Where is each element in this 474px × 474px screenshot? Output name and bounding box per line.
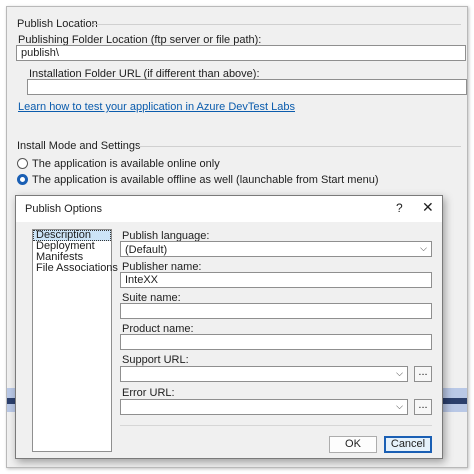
support-url-browse-button[interactable]: ...	[414, 366, 432, 382]
dialog-title: Publish Options	[25, 203, 103, 215]
error-url-label: Error URL:	[122, 387, 175, 399]
chevron-down-icon: ⌵	[396, 368, 403, 378]
ok-button[interactable]: OK	[329, 436, 377, 453]
offline-available-radio[interactable]	[17, 174, 28, 185]
error-url-browse-button[interactable]: ...	[414, 399, 432, 415]
azure-devtest-labs-link[interactable]: Learn how to test your application in Az…	[18, 101, 295, 113]
product-name-input[interactable]	[120, 334, 432, 350]
publish-location-divider	[91, 24, 461, 25]
publisher-name-input[interactable]	[120, 272, 432, 288]
close-icon[interactable]: ✕	[422, 199, 434, 216]
category-item-file-associations[interactable]: File Associations	[33, 263, 118, 274]
install-mode-divider	[139, 146, 461, 147]
install-mode-group-title: Install Mode and Settings	[17, 140, 141, 152]
cancel-button[interactable]: Cancel	[384, 436, 432, 453]
support-url-label: Support URL:	[122, 354, 189, 366]
chevron-down-icon: ⌵	[396, 401, 403, 411]
support-url-combo[interactable]: ⌵	[120, 366, 408, 382]
online-only-radio[interactable]	[17, 158, 28, 169]
dialog-titlebar: Publish Options ? ✕	[16, 196, 442, 222]
offline-available-label: The application is available offline as …	[32, 174, 379, 186]
chevron-down-icon: ⌵	[420, 243, 427, 253]
suite-name-input[interactable]	[120, 303, 432, 319]
publish-location-group-title: Publish Location	[17, 18, 98, 30]
screenshot-frame: Publish Location Publishing Folder Locat…	[6, 6, 468, 468]
dialog-divider	[120, 425, 432, 426]
online-only-label: The application is available online only	[32, 158, 220, 170]
category-list[interactable]: Description Deployment Manifests File As…	[32, 229, 118, 452]
publishing-folder-input[interactable]	[16, 45, 466, 61]
publish-language-value: (Default)	[125, 244, 168, 256]
publish-options-dialog: Publish Options ? ✕ Description Deployme…	[15, 195, 443, 459]
installation-folder-url-input[interactable]	[27, 79, 467, 95]
error-url-combo[interactable]: ⌵	[120, 399, 408, 415]
help-icon[interactable]: ?	[396, 201, 403, 215]
publish-language-select[interactable]: (Default) ⌵	[120, 241, 432, 257]
